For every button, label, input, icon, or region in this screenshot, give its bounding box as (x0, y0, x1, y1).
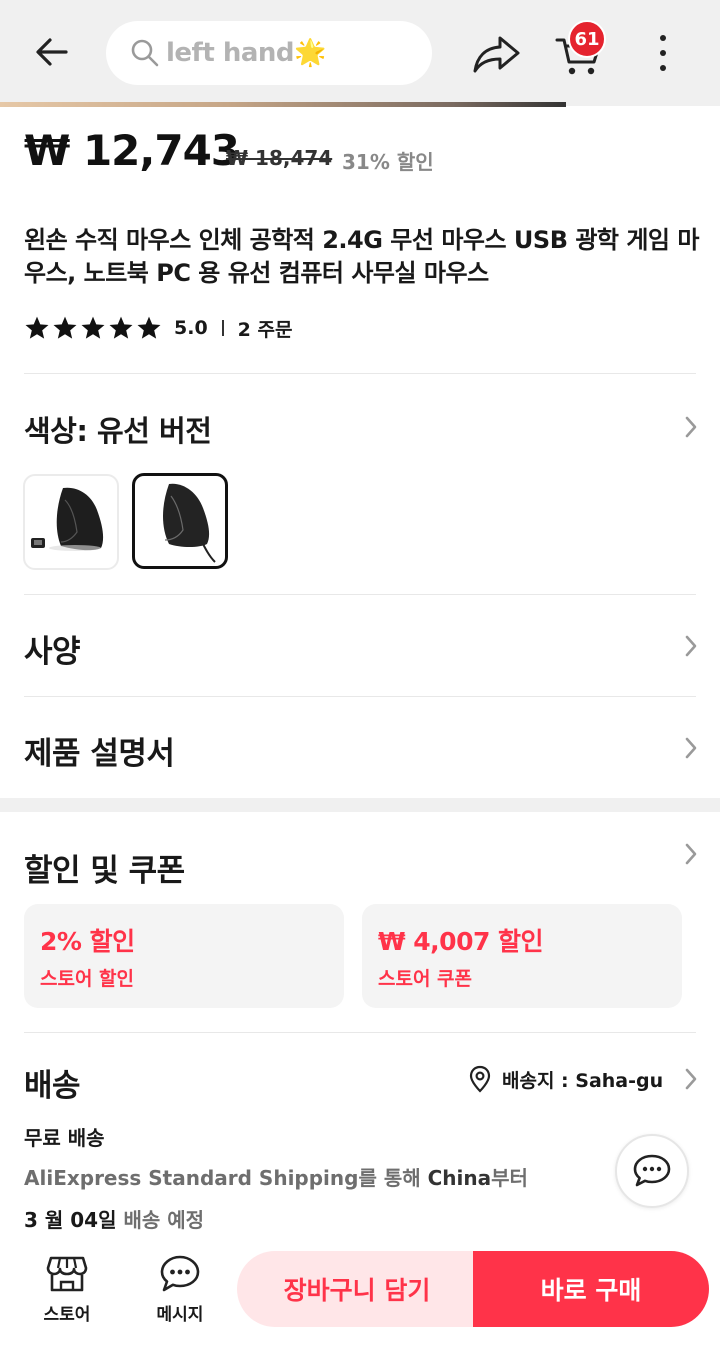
location-pin-icon (469, 1065, 491, 1093)
share-icon[interactable] (470, 30, 524, 78)
order-count: 2 주문 (237, 318, 293, 341)
store-label: 스토어 (43, 1305, 91, 1325)
original-price: ₩ 18,474 (226, 146, 333, 170)
buy-now-button[interactable]: 바로 구매 (473, 1251, 709, 1327)
coupon-card[interactable]: 2% 할인 스토어 할인 (24, 904, 344, 1008)
divider (24, 1032, 696, 1033)
message-label: 메시지 (156, 1305, 204, 1325)
chat-button[interactable] (615, 1134, 689, 1208)
rating-stars (24, 315, 162, 341)
star-icon (81, 316, 105, 339)
chevron-right-icon[interactable] (682, 1066, 700, 1092)
star-icon (25, 316, 49, 339)
shipping-from-text: 부터 (491, 1166, 528, 1190)
coupon-label: 스토어 할인 (40, 968, 135, 990)
top-bar: left hand🌟 61 (0, 0, 720, 106)
more-menu-button[interactable] (648, 30, 678, 76)
separator (221, 320, 224, 336)
store-button[interactable]: 스토어 (22, 1254, 112, 1325)
color-label[interactable]: 색상: 유선 버전 (24, 408, 212, 450)
dot-icon (660, 65, 666, 71)
shipping-eta-suffix: 배송 예정 (116, 1208, 205, 1232)
free-shipping-label: 무료 배송 (24, 1126, 105, 1150)
mouse-thumbnail-icon (163, 483, 216, 563)
message-button[interactable]: 메시지 (135, 1254, 225, 1325)
add-to-cart-button[interactable]: 장바구니 담기 (237, 1251, 477, 1327)
divider (24, 696, 696, 697)
color-option-wired[interactable] (132, 473, 228, 569)
chevron-right-icon[interactable] (682, 841, 700, 867)
star-icon (109, 316, 133, 339)
search-query: left hand🌟 (166, 38, 326, 68)
star-icon (53, 316, 77, 339)
chevron-right-icon[interactable] (682, 735, 700, 761)
color-option-wireless[interactable] (23, 474, 119, 570)
shipping-destination-text: 배송지 : Saha-gu (502, 1069, 664, 1092)
cart-count-badge: 61 (568, 20, 606, 58)
shipping-origin: China (427, 1166, 492, 1190)
chat-bubble-icon (633, 1154, 671, 1187)
coupon-card[interactable]: ₩ 4,007 할인 스토어 쿠폰 (362, 904, 682, 1008)
star-icon (137, 316, 161, 339)
dot-icon (660, 35, 666, 41)
shipping-destination[interactable]: 배송지 : Saha-gu (468, 1064, 663, 1094)
back-button[interactable] (28, 28, 76, 76)
manual-section[interactable]: 제품 설명서 (24, 728, 175, 773)
section-separator (0, 798, 720, 812)
shipping-service: AliExpress Standard Shipping (24, 1166, 359, 1190)
specs-section[interactable]: 사양 (24, 626, 81, 671)
coupon-amount: ₩ 4,007 할인 (378, 927, 544, 956)
chevron-right-icon[interactable] (682, 633, 700, 659)
search-bar[interactable]: left hand🌟 (106, 21, 432, 85)
discount-percent: 31% 할인 (342, 150, 434, 174)
coupons-section-title[interactable]: 할인 및 쿠폰 (24, 845, 185, 890)
shipping-section-title: 배송 (24, 1068, 81, 1104)
message-icon (160, 1255, 200, 1292)
shipping-eta: 3 월 04일 배송 예정 (24, 1204, 204, 1233)
rating-row[interactable]: 5.0 2 주문 (24, 314, 292, 342)
rating-value: 5.0 (174, 317, 208, 339)
store-icon (46, 1256, 88, 1292)
shipping-via-text: 를 통해 (358, 1166, 428, 1190)
search-icon (131, 39, 159, 67)
divider (24, 594, 696, 595)
shipping-eta-date: 3 월 04일 (24, 1208, 117, 1232)
product-title: 왼손 수직 마우스 인체 공학적 2.4G 무선 마우스 USB 광학 게임 마… (24, 226, 699, 287)
chevron-right-icon[interactable] (682, 414, 700, 440)
mouse-thumbnail-icon (31, 487, 104, 551)
bottom-action-bar: 스토어 메시지 장바구니 담기 바로 구매 (0, 1242, 720, 1345)
shipping-method: AliExpress Standard Shipping를 통해 China부터 (24, 1162, 528, 1191)
dot-icon (660, 50, 666, 56)
product-image-edge (0, 102, 566, 107)
price: ₩ 12,743 (24, 126, 240, 175)
coupon-amount: 2% 할인 (40, 927, 135, 956)
arrow-left-icon (36, 38, 68, 66)
coupon-label: 스토어 쿠폰 (378, 968, 473, 990)
divider (24, 373, 696, 374)
